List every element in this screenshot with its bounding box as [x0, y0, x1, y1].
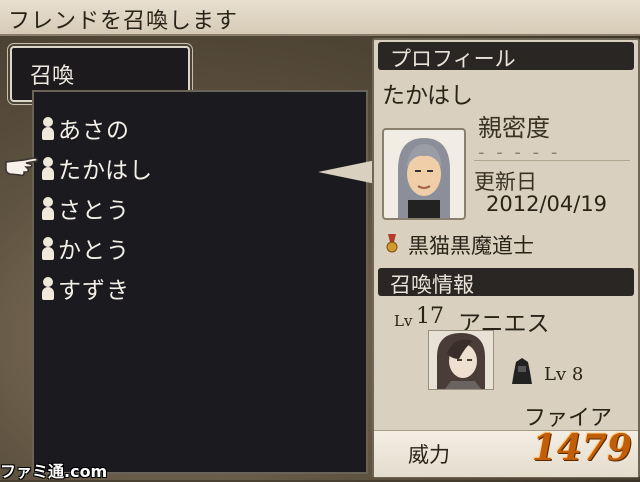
avatar — [382, 128, 466, 220]
friend-list-panel: あさの たかはし さとう かとう すずき — [32, 90, 368, 474]
profile-header: プロフィール — [378, 42, 634, 71]
profile-name: たかはし — [382, 83, 474, 109]
medal-icon — [386, 234, 398, 253]
friend-item-suzuki[interactable]: すずき — [40, 270, 340, 306]
profile-heading: プロフィール — [390, 47, 516, 71]
friend-name: かとう — [58, 238, 130, 264]
friend-item-takahashi[interactable]: たかはし — [40, 150, 340, 186]
page-title: フレンドを召喚します — [8, 9, 239, 34]
divider — [474, 160, 630, 161]
friend-name: たかはし — [58, 158, 154, 184]
person-icon — [40, 115, 56, 141]
title-bar: フレンドを召喚します — [0, 0, 640, 36]
friend-item-sato[interactable]: さとう — [40, 190, 340, 226]
power-bar: 威力 1479 — [374, 427, 638, 477]
person-icon — [40, 155, 56, 181]
person-icon — [40, 195, 56, 221]
friend-name: あさの — [58, 118, 130, 144]
summon-portrait — [428, 330, 494, 390]
tab-label: 召喚 — [30, 64, 75, 89]
summon-header: 召喚情報 — [378, 268, 634, 297]
hand-cursor-icon — [5, 157, 38, 177]
job-name: 黒猫黒魔道士 — [408, 234, 534, 258]
power-label: 威力 — [408, 443, 450, 467]
mage-icon — [512, 358, 532, 384]
friend-name: さとう — [58, 198, 130, 224]
selection-pointer — [318, 160, 376, 184]
summon-sub-level: Lv 8 — [544, 364, 584, 385]
friend-item-asano[interactable]: あさの — [40, 110, 340, 146]
summon-level: 17 — [416, 304, 444, 329]
summon-level-prefix: Lv — [394, 312, 413, 330]
person-icon — [40, 235, 56, 261]
power-value: 1479 — [531, 427, 632, 469]
intimacy-label: 親密度 — [478, 114, 550, 142]
summon-heading: 召喚情報 — [390, 273, 474, 297]
updated-date: 2012/04/19 — [486, 192, 608, 216]
watermark: ファミ通.com — [0, 462, 108, 481]
friend-name: すずき — [58, 278, 130, 304]
person-icon — [40, 275, 56, 301]
profile-panel: プロフィール たかはし 親密度 - - - - - 更新日 2012/04/19… — [372, 38, 640, 478]
friend-item-kato[interactable]: かとう — [40, 230, 340, 266]
